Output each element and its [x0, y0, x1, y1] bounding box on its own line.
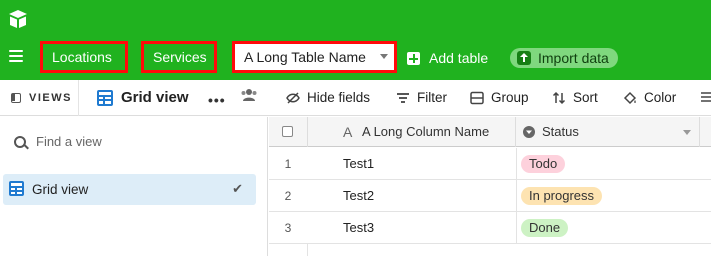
hide-fields-button[interactable]: Hide fields — [286, 80, 370, 116]
plus-icon — [407, 51, 420, 65]
column-header-name[interactable]: A A Long Column Name — [308, 117, 516, 147]
tab-label: A Long Table Name — [244, 49, 366, 65]
grid-view-icon — [97, 90, 113, 106]
color-label: Color — [644, 90, 677, 105]
group-label: Group — [491, 90, 529, 105]
find-view-search[interactable]: Find a view — [14, 134, 102, 149]
status-badge[interactable]: Todo — [521, 155, 566, 173]
hide-eye-icon — [286, 92, 300, 104]
table-row[interactable]: 1 Test1 Todo — [269, 148, 711, 180]
column-header-label: Status — [542, 124, 579, 139]
tab-label: Services — [153, 49, 207, 65]
text-field-icon: A — [343, 124, 353, 140]
sort-label: Sort — [573, 90, 598, 105]
column-divider — [516, 212, 517, 244]
row-number: 2 — [284, 189, 292, 203]
name-cell[interactable]: Test2 — [343, 180, 374, 212]
views-label: VIEWS — [29, 92, 72, 104]
view-toolbar: VIEWS Grid view ••• Hide fields Filter G… — [0, 80, 711, 116]
table-row[interactable]: 3 Test3 Done — [269, 212, 711, 244]
sort-icon — [552, 91, 566, 105]
select-all-checkbox[interactable] — [282, 126, 293, 137]
hide-fields-label: Hide fields — [307, 90, 371, 105]
column-divider — [516, 148, 517, 180]
row-height-icon[interactable] — [701, 91, 711, 105]
chevron-down-icon[interactable] — [683, 130, 691, 135]
grid-header: A A Long Column Name Status — [269, 117, 711, 147]
search-icon — [14, 135, 26, 148]
table-row[interactable]: 2 Test2 In progress — [269, 180, 711, 212]
status-badge[interactable]: In progress — [521, 187, 603, 205]
views-sidebar: Find a view Grid view ✔ — [0, 117, 268, 256]
filter-icon — [397, 93, 409, 103]
paint-bucket-icon — [623, 91, 637, 105]
import-data-label: Import data — [538, 50, 609, 66]
top-bar: Locations Services A Long Table Name Add… — [0, 0, 711, 80]
group-icon — [470, 91, 484, 105]
checkmark-icon: ✔ — [232, 181, 243, 196]
group-button[interactable]: Group — [470, 80, 529, 116]
sidebar-item-grid-view[interactable]: Grid view ✔ — [3, 174, 256, 205]
more-options-icon[interactable]: ••• — [208, 92, 226, 108]
upload-icon — [517, 51, 531, 65]
select-all-cell — [269, 117, 308, 147]
views-toggle-button[interactable]: VIEWS — [0, 80, 79, 116]
row-number: 3 — [284, 221, 292, 235]
color-button[interactable]: Color — [623, 80, 676, 116]
data-grid: A A Long Column Name Status 1 Test1 Todo… — [269, 117, 711, 256]
column-divider — [307, 244, 308, 256]
column-header-status[interactable]: Status — [516, 117, 700, 147]
chevron-down-icon[interactable] — [380, 54, 388, 59]
current-view-title[interactable]: Grid view — [121, 80, 189, 116]
tab-services[interactable]: Services — [141, 41, 217, 73]
status-badge[interactable]: Done — [521, 219, 569, 237]
add-row[interactable] — [269, 244, 711, 256]
collaborators-icon[interactable] — [240, 88, 258, 102]
column-divider — [516, 180, 517, 212]
tab-a-long-table-name[interactable]: A Long Table Name — [232, 41, 397, 73]
tab-locations[interactable]: Locations — [40, 41, 128, 73]
sidebar-item-label: Grid view — [32, 182, 89, 197]
import-data-button[interactable]: Import data — [510, 48, 618, 68]
grid-view-icon — [9, 181, 24, 196]
find-view-placeholder: Find a view — [36, 134, 102, 149]
add-table-label: Add table — [429, 50, 489, 66]
filter-button[interactable]: Filter — [396, 80, 447, 116]
row-number: 1 — [284, 157, 292, 171]
filter-label: Filter — [417, 90, 447, 105]
menu-icon[interactable] — [9, 50, 23, 62]
name-cell[interactable]: Test3 — [343, 212, 374, 244]
sidebar-toggle-icon — [11, 93, 21, 103]
tab-label: Locations — [52, 49, 112, 65]
add-table-button[interactable]: Add table — [407, 50, 488, 66]
column-header-label: A Long Column Name — [362, 124, 490, 139]
sort-button[interactable]: Sort — [552, 80, 598, 116]
single-select-icon — [523, 126, 535, 138]
airtable-logo-icon[interactable] — [6, 7, 30, 31]
name-cell[interactable]: Test1 — [343, 148, 374, 180]
